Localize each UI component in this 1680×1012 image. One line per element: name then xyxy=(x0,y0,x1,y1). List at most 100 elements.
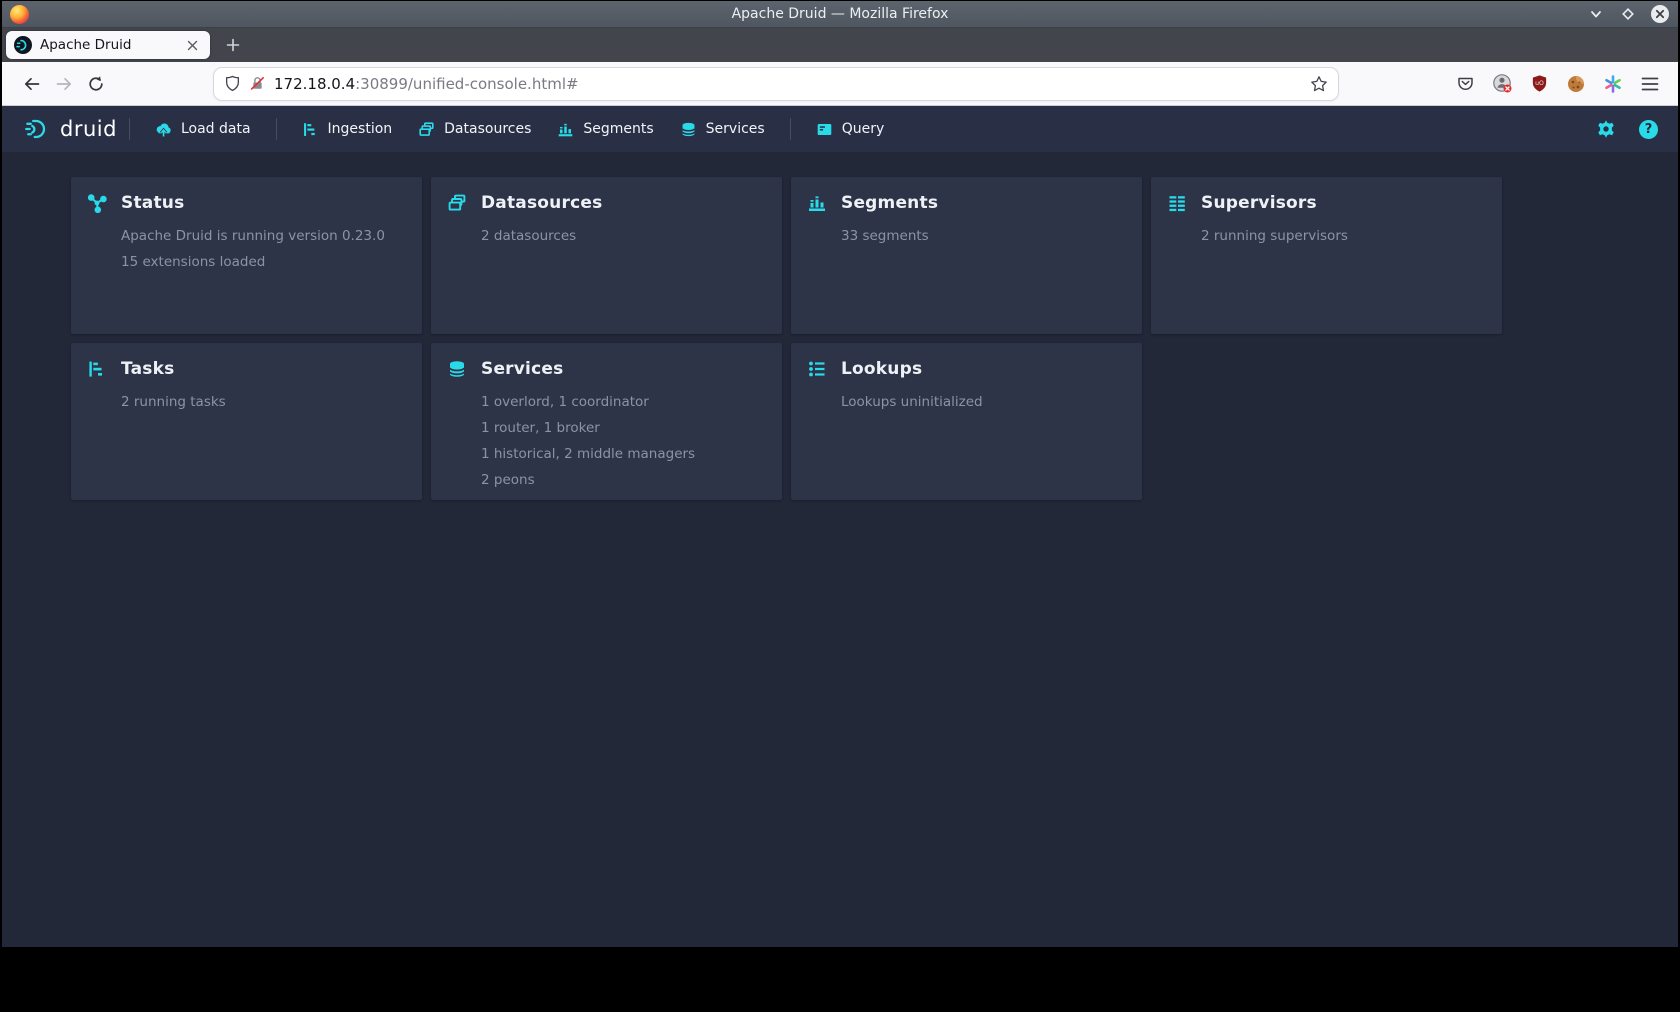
question-mark-icon: ? xyxy=(1645,122,1653,137)
pocket-icon[interactable] xyxy=(1453,72,1477,96)
card-line: 2 datasources xyxy=(481,223,766,249)
reload-icon xyxy=(87,75,105,93)
card-title: Supervisors xyxy=(1201,193,1317,213)
graph-icon xyxy=(87,193,107,213)
forward-button[interactable] xyxy=(48,68,80,100)
gantt-chart-icon xyxy=(87,359,107,379)
card-datasources[interactable]: Datasources 2 datasources xyxy=(431,177,782,334)
window-controls xyxy=(1586,4,1670,24)
firefox-window: Apache Druid — Mozilla Firefox xyxy=(2,1,1678,947)
card-line: 2 running supervisors xyxy=(1201,223,1486,249)
tab-bar: Apache Druid xyxy=(2,28,1678,62)
nav-item-segments[interactable]: Segments xyxy=(544,112,666,146)
card-line: 33 segments xyxy=(841,223,1126,249)
nav-item-load-data[interactable]: Load data xyxy=(142,112,264,146)
card-line: 1 router, 1 broker xyxy=(481,415,766,441)
window-minimize-button[interactable] xyxy=(1586,4,1606,24)
card-tasks[interactable]: Tasks 2 running tasks xyxy=(71,343,422,500)
tab-close-button[interactable] xyxy=(182,35,202,55)
card-title: Segments xyxy=(841,193,938,213)
card-supervisors[interactable]: Supervisors 2 running supervisors xyxy=(1151,177,1502,334)
card-lookups[interactable]: Lookups Lookups uninitialized xyxy=(791,343,1142,500)
new-tab-button[interactable] xyxy=(218,31,248,59)
druid-favicon-icon xyxy=(14,36,32,54)
card-title: Tasks xyxy=(121,359,174,379)
brand-text: druid xyxy=(60,117,117,141)
toolbar-extensions: uO xyxy=(1453,72,1664,96)
card-status[interactable]: Status Apache Druid is running version 0… xyxy=(71,177,422,334)
cookie-glyph-icon xyxy=(1566,74,1586,94)
forward-arrow-icon xyxy=(55,75,73,93)
nav-item-label: Services xyxy=(706,121,765,137)
card-line: Apache Druid is running version 0.23.0 xyxy=(121,223,406,249)
card-segments[interactable]: Segments 33 segments xyxy=(791,177,1142,334)
menu-button[interactable] xyxy=(1638,72,1662,96)
nav-separator xyxy=(790,118,791,140)
help-button[interactable]: ? xyxy=(1639,120,1658,139)
database-icon xyxy=(680,121,697,138)
card-line: 2 peons xyxy=(481,467,766,493)
desktop: Apache Druid — Mozilla Firefox xyxy=(0,0,1680,1012)
nav-item-query[interactable]: Query xyxy=(803,112,898,146)
close-icon xyxy=(187,40,198,51)
card-line: 1 overlord, 1 coordinator xyxy=(481,389,766,415)
extension-glyph-icon xyxy=(1492,73,1513,94)
diamond-icon xyxy=(1621,7,1635,21)
nav-item-ingestion[interactable]: Ingestion xyxy=(289,112,406,146)
console-home: Status Apache Druid is running version 0… xyxy=(2,152,1678,947)
druid-logo[interactable]: druid xyxy=(24,116,117,142)
bookmark-star-icon[interactable] xyxy=(1310,75,1328,93)
database-icon xyxy=(447,359,467,379)
url-text[interactable]: 172.18.0.4:30899/unified-console.html# xyxy=(274,75,1302,93)
nav-item-label: Load data xyxy=(181,121,251,137)
tab-title: Apache Druid xyxy=(40,37,174,53)
nav-item-label: Segments xyxy=(583,121,653,137)
nav-separator xyxy=(276,118,277,140)
window-close-button[interactable] xyxy=(1650,4,1670,24)
firefox-logo-icon xyxy=(10,5,29,24)
insecure-lock-icon[interactable] xyxy=(249,75,266,92)
colorful-asterisk-extension-icon[interactable] xyxy=(1601,72,1625,96)
settings-button[interactable] xyxy=(1593,116,1619,142)
card-line: 1 historical, 2 middle managers xyxy=(481,441,766,467)
cookie-extension-icon[interactable] xyxy=(1564,72,1588,96)
url-bar[interactable]: 172.18.0.4:30899/unified-console.html# xyxy=(214,68,1338,100)
gear-icon xyxy=(1596,119,1616,139)
nav-item-services[interactable]: Services xyxy=(667,112,778,146)
nav-item-label: Ingestion xyxy=(328,121,393,137)
tracking-shield-icon[interactable] xyxy=(224,75,241,92)
card-line: Lookups uninitialized xyxy=(841,389,1126,415)
list-columns-icon xyxy=(1167,193,1187,213)
reload-button[interactable] xyxy=(80,68,112,100)
stacked-chart-icon xyxy=(557,121,574,138)
multi-icon xyxy=(418,121,435,138)
nav-item-label: Datasources xyxy=(444,121,531,137)
druid-navbar: druid Load data xyxy=(2,106,1678,152)
properties-icon xyxy=(807,359,827,379)
back-arrow-icon xyxy=(23,75,41,93)
chevron-down-icon xyxy=(1589,7,1603,21)
extension-disabled-icon[interactable] xyxy=(1490,72,1514,96)
navbar-right: ? xyxy=(1593,116,1658,142)
svg-text:uO: uO xyxy=(1535,80,1544,87)
window-title: Apache Druid — Mozilla Firefox xyxy=(2,6,1678,22)
gantt-chart-icon xyxy=(302,121,319,138)
ublock-origin-icon[interactable]: uO xyxy=(1527,72,1551,96)
close-icon xyxy=(1650,4,1670,24)
card-line: 2 running tasks xyxy=(121,389,406,415)
plus-icon xyxy=(226,38,240,52)
card-line: 15 extensions loaded xyxy=(121,249,406,275)
stacked-chart-icon xyxy=(807,193,827,213)
window-titlebar[interactable]: Apache Druid — Mozilla Firefox xyxy=(2,1,1678,28)
window-maximize-button[interactable] xyxy=(1618,4,1638,24)
url-path: :30899/unified-console.html# xyxy=(355,75,578,93)
navigation-toolbar: 172.18.0.4:30899/unified-console.html# xyxy=(2,62,1678,106)
tab-apache-druid[interactable]: Apache Druid xyxy=(6,31,210,59)
home-cards-grid: Status Apache Druid is running version 0… xyxy=(71,177,1678,500)
druid-mark-icon xyxy=(24,116,51,142)
pocket-glyph-icon xyxy=(1456,74,1475,93)
card-services[interactable]: Services 1 overlord, 1 coordinator 1 rou… xyxy=(431,343,782,500)
nav-item-datasources[interactable]: Datasources xyxy=(405,112,544,146)
back-button[interactable] xyxy=(16,68,48,100)
card-title: Status xyxy=(121,193,184,213)
